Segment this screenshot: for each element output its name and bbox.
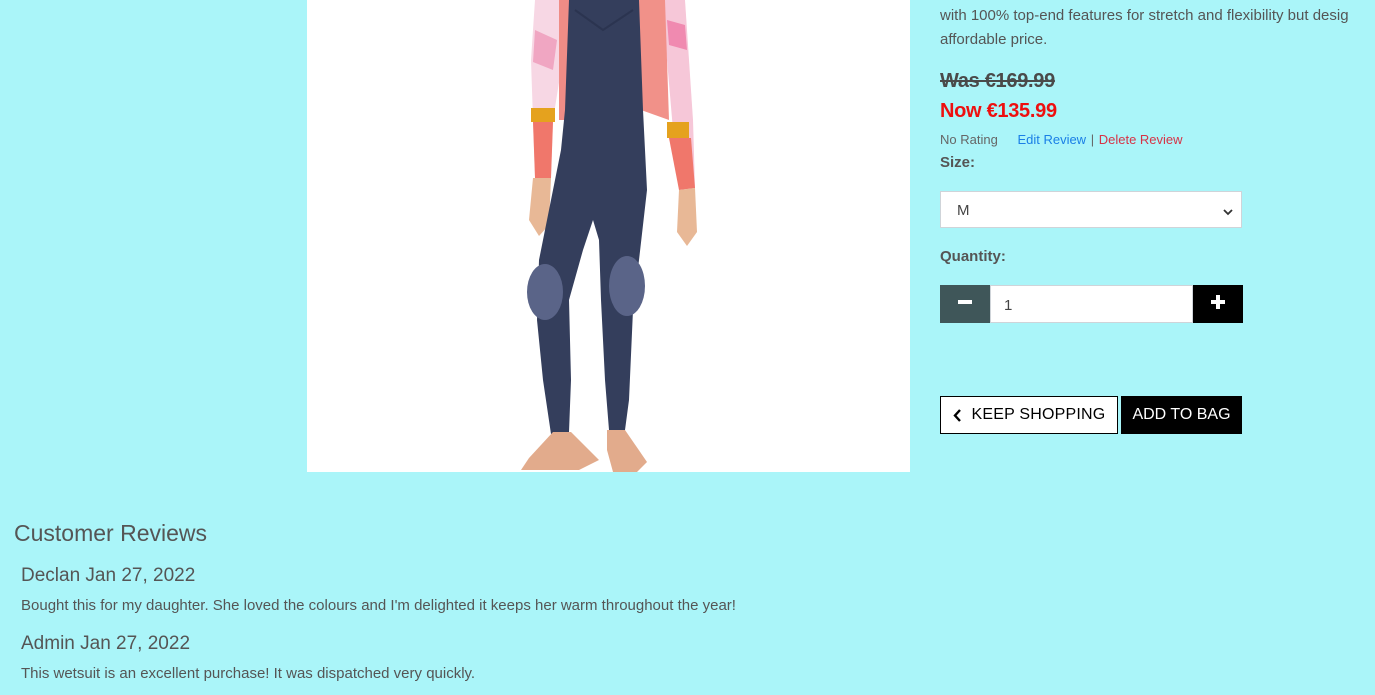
rating-row: No Rating Edit Review | Delete Review [940,132,1183,147]
delete-review-link[interactable]: Delete Review [1099,132,1183,147]
description-line: affordable price. [940,31,1048,48]
product-description: with 100% top-end features for stretch a… [940,4,1375,52]
plus-icon [1211,294,1225,314]
product-image [307,0,910,472]
link-separator: | [1090,132,1095,147]
quantity-input[interactable]: 1 [990,285,1193,323]
decrement-button[interactable] [940,285,990,323]
add-to-bag-button[interactable]: ADD TO BAG [1121,396,1242,434]
reviews-heading: Customer Reviews [14,520,207,546]
increment-button[interactable] [1193,285,1243,323]
product-detail-page: with 100% top-end features for stretch a… [0,0,1375,695]
rating-text: No Rating [940,132,998,147]
quantity-value: 1 [1004,297,1013,314]
price-was: Was €169.99 [940,70,1055,92]
size-select[interactable]: M [940,191,1242,228]
edit-review-link[interactable]: Edit Review [1017,132,1086,147]
review-author: Admin Jan 27, 2022 [21,633,191,654]
chevron-down-icon [1223,204,1233,221]
quantity-stepper: 1 [940,285,1243,323]
keep-shopping-button[interactable]: KEEP SHOPPING [940,396,1118,434]
quantity-label: Quantity: [940,248,1006,265]
price-now: Now €135.99 [940,100,1057,122]
size-selected-value: M [957,202,970,219]
description-line: with 100% top-end features for stretch a… [940,7,1349,24]
minus-icon [958,295,972,314]
wetsuit-illustration [521,0,697,472]
keep-shopping-label: KEEP SHOPPING [971,406,1106,423]
review-text: This wetsuit is an excellent purchase! I… [21,665,476,682]
review-text: Bought this for my daughter. She loved t… [21,597,736,614]
chevron-left-icon [952,408,962,422]
review-author: Declan Jan 27, 2022 [21,565,196,586]
size-label: Size: [940,154,976,171]
